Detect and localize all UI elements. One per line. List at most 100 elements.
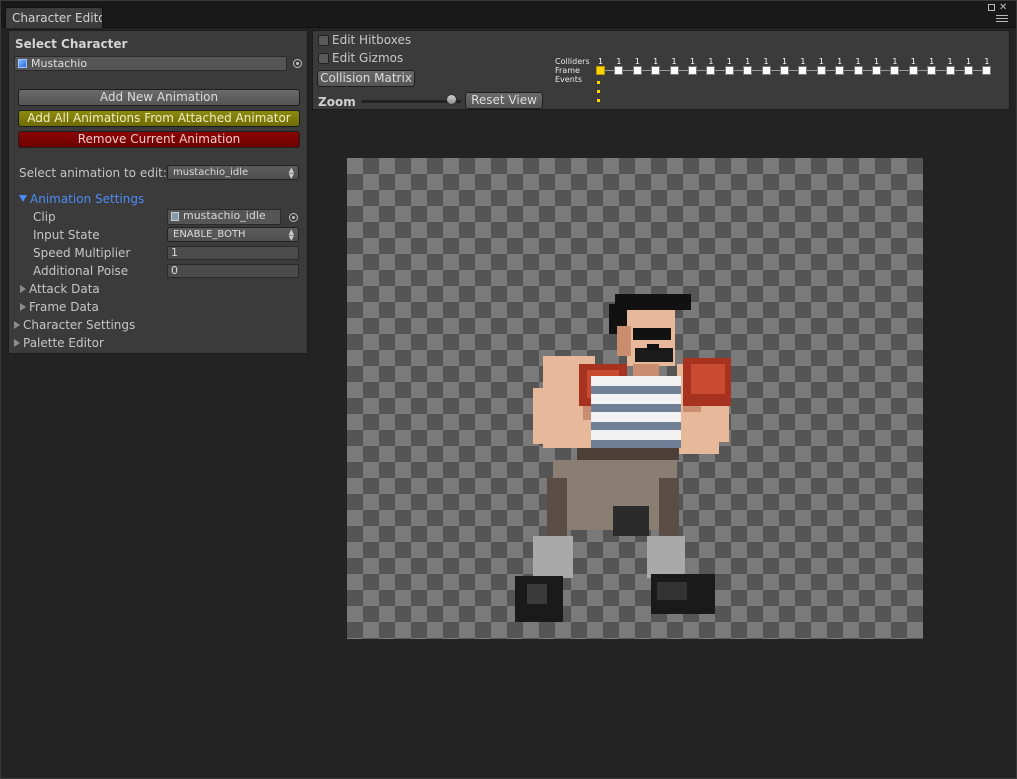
foldout-closed-icon [14,339,20,347]
frame-marker[interactable] [669,66,679,75]
frame-marker[interactable] [798,66,808,75]
collider-count: 1 [984,57,990,66]
collider-count: 1 [855,57,861,66]
frame-marker[interactable] [780,66,789,75]
frame-data-label: Frame Data [29,300,99,314]
zoom-label: Zoom [318,95,356,109]
character-settings-foldout[interactable]: Character Settings [14,318,135,332]
editor-window: Character Editor ✕ Select Character Must… [0,0,1017,779]
clip-object-field[interactable]: mustachio_idle [167,209,281,225]
edit-hitboxes-label: Edit Hitboxes [332,33,412,47]
tab-strip: Character Editor ✕ [1,1,1016,28]
character-object-field[interactable]: Mustachio [14,56,287,71]
inspector-panel: Select Character Mustachio Add New Anima… [8,30,308,354]
edit-hitboxes-checkbox[interactable] [318,35,329,46]
event-marker[interactable] [597,81,600,84]
collider-count: 1 [671,57,677,66]
frame-marker[interactable] [853,66,863,75]
add-all-animations-button[interactable]: Add All Animations From Attached Animato… [18,110,300,127]
maximize-icon[interactable] [988,4,995,11]
frame-marker[interactable] [816,66,826,75]
palette-editor-foldout[interactable]: Palette Editor [14,336,104,350]
edit-gizmos-checkbox[interactable] [318,53,329,64]
frame-marker[interactable] [688,66,697,75]
frame-marker[interactable] [890,66,900,75]
frame-marker[interactable] [945,66,955,75]
collider-count: 1 [873,57,880,66]
clip-picker-icon[interactable] [289,213,298,222]
frame-marker[interactable] [835,66,845,75]
event-marker[interactable] [597,90,600,93]
character-sprite [515,294,731,622]
clip-label: Clip [33,210,56,224]
collider-count: 1 [910,57,916,66]
dropdown-arrows-icon: ▲ ▼ [288,166,294,180]
speed-multiplier-field[interactable]: 1 [167,246,299,260]
collider-count: 1 [818,57,824,66]
frame-marker[interactable] [982,66,992,75]
timeline-labels: Colliders Frame Events [555,57,590,84]
frame-marker[interactable] [908,66,918,75]
collider-count: 1 [653,57,659,66]
collider-count: 1 [947,57,953,66]
input-state-label: Input State [33,228,100,242]
frame-marker[interactable] [761,66,771,75]
frame-marker[interactable] [743,66,753,75]
object-picker-icon[interactable] [293,59,302,68]
collision-matrix-button[interactable]: Collision Matrix [317,70,415,87]
collider-count: 1 [800,57,806,66]
attack-data-label: Attack Data [29,282,100,296]
collider-count: 1 [634,57,640,66]
attack-data-foldout[interactable]: Attack Data [20,282,100,296]
palette-editor-label: Palette Editor [23,336,104,350]
frame-marker[interactable] [872,66,881,75]
close-icon[interactable]: ✕ [999,3,1007,13]
animation-settings-label: Animation Settings [30,192,145,206]
frame-marker[interactable] [724,66,734,75]
frame-data-foldout[interactable]: Frame Data [20,300,99,314]
collider-count: 1 [745,57,751,66]
collider-count: 1 [708,57,714,66]
collider-count: 1 [726,57,732,66]
zoom-slider-thumb[interactable] [446,94,457,105]
toolbar-panel: Edit Hitboxes Edit Gizmos Collision Matr… [312,30,1010,110]
collider-count: 1 [781,57,788,66]
frame-marker[interactable] [651,66,661,75]
frame-marker[interactable] [596,66,605,75]
collider-count: 1 [597,57,604,66]
frame-marker[interactable] [632,66,642,75]
frame-label: Frame [555,66,580,75]
collider-count: 1 [763,57,769,66]
add-new-animation-button[interactable]: Add New Animation [18,89,300,106]
dropdown-arrows-icon: ▲ ▼ [288,228,294,242]
foldout-closed-icon [14,321,20,329]
event-marker[interactable] [597,99,600,102]
character-settings-label: Character Settings [23,318,136,332]
select-character-heading: Select Character [15,37,128,51]
events-label: Events [555,75,583,84]
colliders-label: Colliders [555,57,590,66]
frame-marker[interactable] [927,66,937,75]
collider-count: 1 [965,57,972,66]
clip-value: mustachio_idle [183,209,266,222]
input-state-dropdown[interactable]: ENABLE_BOTH ▲ ▼ [167,227,299,242]
frame-marker[interactable] [614,66,624,75]
reset-view-button[interactable]: Reset View [465,92,543,109]
additional-poise-field[interactable]: 0 [167,264,299,278]
select-animation-value: mustachio_idle [173,167,249,178]
collider-count: 1 [929,57,935,66]
frame-marker[interactable] [964,66,973,75]
sprite-preview-canvas[interactable] [347,158,923,639]
remove-animation-button[interactable]: Remove Current Animation [18,131,300,148]
foldout-closed-icon [20,303,26,311]
frame-marker[interactable] [706,66,716,75]
collider-count: 1 [616,57,622,66]
window-controls: ✕ [988,3,1010,24]
animation-settings-foldout[interactable]: Animation Settings [19,192,144,206]
edit-gizmos-label: Edit Gizmos [332,51,404,65]
menu-icon[interactable] [996,15,1008,24]
collider-count: 1 [689,57,696,66]
tab-character-editor[interactable]: Character Editor [5,7,103,28]
select-animation-dropdown[interactable]: mustachio_idle ▲ ▼ [167,165,299,180]
character-object-value: Mustachio [31,57,88,70]
